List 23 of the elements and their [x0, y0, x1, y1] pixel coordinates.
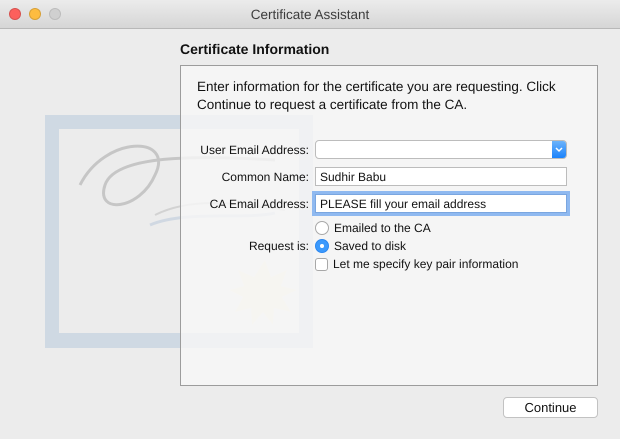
window-title: Certificate Assistant	[250, 6, 370, 22]
radio-button[interactable]	[315, 239, 329, 253]
email-dropdown[interactable]	[315, 140, 567, 159]
text-field[interactable]: PLEASE fill your email address	[315, 194, 567, 213]
field-label: Common Name:	[220, 170, 309, 184]
field-label: Request is:	[248, 239, 309, 253]
field-label: User Email Address:	[199, 142, 309, 156]
checkbox[interactable]	[315, 258, 328, 270]
minimize-button[interactable]	[29, 8, 41, 20]
chevron-icon	[552, 141, 566, 158]
text-field[interactable]: Sudhir Babu	[315, 167, 567, 186]
radio-option[interactable]: Emailed to the CA	[315, 221, 567, 235]
section-heading: Certificate Information	[180, 41, 330, 57]
instructions-text: Enter information for the certificate you are requesting. Click Continue to request a certificate from the CA.	[197, 78, 557, 114]
radio-option[interactable]: Saved to disk	[315, 239, 567, 253]
radio-button[interactable]	[315, 221, 329, 235]
option-label: Let me specify key pair information	[333, 257, 518, 271]
option-label: Emailed to the CA	[334, 221, 431, 235]
continue-button[interactable]: Continue	[503, 397, 598, 418]
field-label: CA Email Address:	[208, 196, 309, 210]
checkbox-option[interactable]: Let me specify key pair information	[315, 257, 567, 271]
option-label: Saved to disk	[334, 239, 406, 253]
close-button[interactable]	[9, 8, 21, 20]
